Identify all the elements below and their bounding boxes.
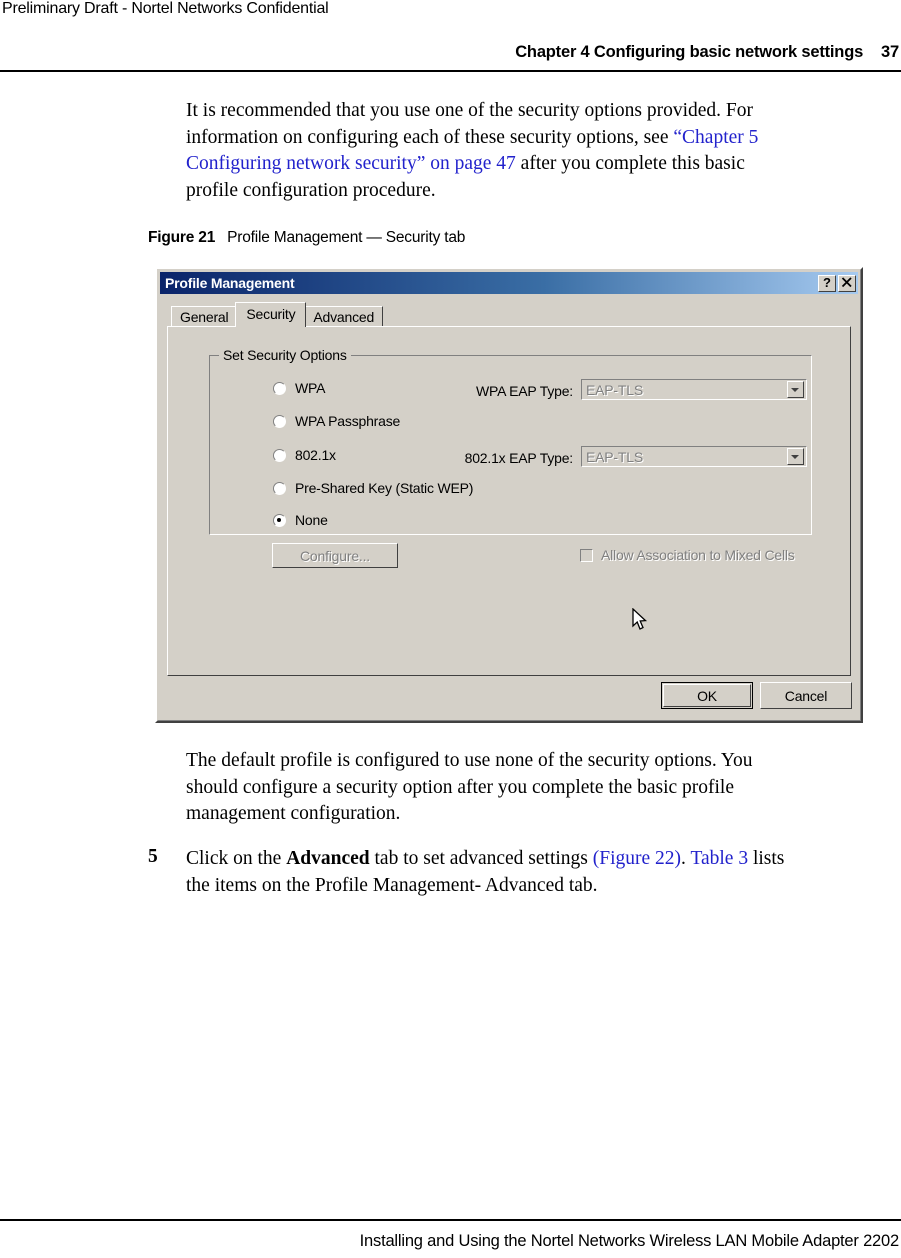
- chevron-down-icon[interactable]: [787, 381, 804, 398]
- help-icon[interactable]: ?: [818, 274, 836, 292]
- wpa-eap-type-value: EAP-TLS: [586, 381, 643, 398]
- configure-button[interactable]: Configure...: [272, 543, 398, 568]
- ok-button[interactable]: OK: [661, 682, 753, 709]
- intro-line-1: It is recommended that you use one of th…: [186, 100, 754, 121]
- wpa-eap-type-combo[interactable]: EAP-TLS: [581, 379, 807, 400]
- radio-wpa-passphrase[interactable]: [273, 414, 286, 428]
- security-tab-panel: Set Security Options WPA WPA Passphrase …: [167, 326, 851, 676]
- dot1x-eap-type-value: EAP-TLS: [586, 448, 643, 465]
- set-security-options-label: Set Security Options: [219, 347, 351, 363]
- checkbox-allow-mixed-cells[interactable]: [580, 548, 593, 562]
- tab-advanced[interactable]: Advanced: [304, 306, 384, 327]
- tabstrip: General Security Advanced: [171, 302, 384, 327]
- page-number: 37: [881, 43, 899, 61]
- running-header: Chapter 4 Configuring basic network sett…: [515, 43, 899, 62]
- radio-preshared-key[interactable]: [273, 481, 286, 495]
- figure-title: Profile Management — Security tab: [227, 229, 466, 246]
- dialog-title: Profile Management: [165, 275, 295, 291]
- radio-none[interactable]: [273, 513, 286, 527]
- radio-wpa-label: WPA: [295, 380, 326, 396]
- dialog-titlebar: Profile Management ?: [160, 272, 858, 294]
- chevron-down-icon[interactable]: [787, 448, 804, 465]
- radio-row-wpa-passphrase[interactable]: WPA Passphrase: [273, 413, 400, 429]
- step5-line-2: the items on the Profile Management- Adv…: [186, 874, 598, 896]
- intro-line-2: information on configuring each of these…: [186, 126, 674, 148]
- step5-tail: lists: [748, 848, 785, 869]
- ok-button-label: OK: [697, 687, 717, 704]
- intro-line-3-tail: after you complete this basic: [515, 153, 745, 174]
- close-icon[interactable]: [838, 274, 856, 292]
- radio-wpa[interactable]: [273, 381, 286, 395]
- chapter-title: Chapter 4 Configuring basic network sett…: [515, 43, 864, 61]
- after-line-2: should configure a security option after…: [186, 776, 734, 798]
- radio-8021x-label: 802.1x: [295, 447, 336, 463]
- intro-paragraph: It is recommended that you use one of th…: [186, 98, 876, 204]
- mixed-cells-checkbox-row[interactable]: Allow Association to Mixed Cells: [580, 547, 795, 563]
- table3-link[interactable]: Table 3: [690, 848, 748, 869]
- chapter5-link-part2[interactable]: Configuring network security” on page 47: [186, 153, 516, 174]
- figure-caption: Figure 21 Profile Management — Security t…: [148, 229, 465, 247]
- figure22-link[interactable]: (Figure 22): [593, 848, 681, 869]
- radio-row-preshared-key[interactable]: Pre-Shared Key (Static WEP): [273, 480, 473, 496]
- intro-line-4: profile configuration procedure.: [186, 179, 436, 201]
- tab-security-label: Security: [246, 306, 296, 322]
- footer-rule: [0, 1219, 901, 1221]
- titlebar-buttons: ?: [818, 274, 856, 292]
- radio-row-8021x[interactable]: 802.1x: [273, 447, 336, 463]
- default-profile-paragraph: The default profile is configured to use…: [186, 748, 876, 828]
- radio-row-none[interactable]: None: [273, 512, 328, 528]
- after-line-3: management configuration.: [186, 803, 401, 824]
- running-footer: Installing and Using the Nortel Networks…: [359, 1232, 900, 1250]
- chapter5-link-part1[interactable]: “Chapter 5: [673, 127, 758, 148]
- step-5-number: 5: [148, 846, 158, 867]
- confidentiality-note: Preliminary Draft - Nortel Networks Conf…: [2, 0, 329, 17]
- figure-label: Figure 21: [148, 229, 216, 246]
- step-5-text: Click on the Advanced tab to set advance…: [186, 846, 892, 899]
- dot1x-eap-type-combo[interactable]: EAP-TLS: [581, 446, 807, 467]
- profile-management-dialog: Profile Management ? General Security Ad…: [155, 267, 863, 723]
- radio-8021x[interactable]: [273, 448, 286, 462]
- dot1x-eap-type-label: 802.1x EAP Type:: [464, 450, 574, 466]
- radio-wpa-passphrase-label: WPA Passphrase: [295, 413, 401, 429]
- after-line-1: The default profile is configured to use…: [186, 750, 753, 771]
- cancel-button-label: Cancel: [784, 687, 828, 704]
- step5-lead: Click on the: [186, 848, 287, 869]
- radio-none-label: None: [295, 512, 328, 528]
- cancel-button[interactable]: Cancel: [760, 682, 852, 709]
- tab-security[interactable]: Security: [235, 302, 307, 327]
- header-rule: [0, 70, 901, 72]
- tab-general[interactable]: General: [171, 306, 238, 327]
- checkbox-allow-mixed-cells-label: Allow Association to Mixed Cells: [601, 547, 795, 563]
- configure-button-label: Configure...: [300, 547, 370, 564]
- set-security-options-group: Set Security Options WPA WPA Passphrase …: [209, 347, 812, 535]
- step5-advanced-emphasis: Advanced: [286, 848, 370, 869]
- radio-row-wpa[interactable]: WPA: [273, 380, 325, 396]
- wpa-eap-type-label: WPA EAP Type:: [475, 383, 573, 399]
- step5-mid: tab to set advanced settings: [369, 848, 593, 869]
- tab-general-label: General: [180, 309, 229, 325]
- radio-preshared-key-label: Pre-Shared Key (Static WEP): [295, 480, 474, 496]
- tab-advanced-label: Advanced: [313, 309, 375, 325]
